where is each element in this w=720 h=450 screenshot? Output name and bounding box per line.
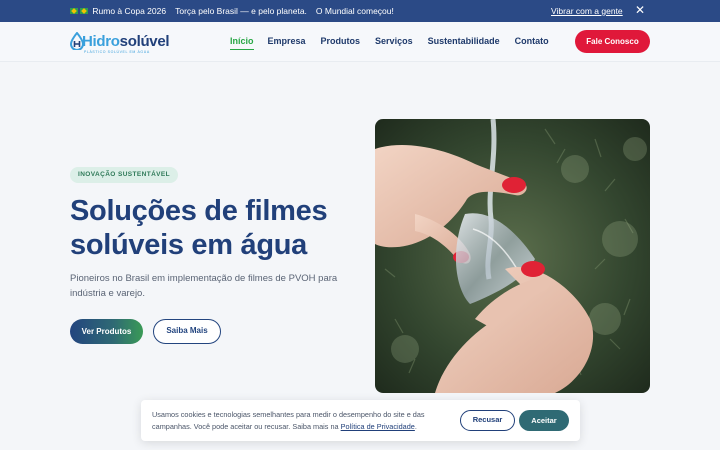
hero-title: Soluções de filmes solúveis em água	[70, 195, 328, 261]
promo-item-3: O Mundial começou!	[315, 6, 394, 16]
promo-bar: Rumo à Copa 2026 Torça pelo Brasil — e p…	[0, 0, 720, 22]
hands-dissolving-film-photo	[375, 119, 650, 393]
nav-item-inicio[interactable]: Início	[230, 36, 254, 50]
view-products-button[interactable]: Ver Produtos	[70, 319, 143, 344]
reject-cookies-button[interactable]: Recusar	[460, 410, 515, 431]
nav-item-empresa[interactable]: Empresa	[268, 36, 306, 50]
promo-link[interactable]: Vibrar com a gente	[551, 6, 623, 16]
main-nav: Início Empresa Produtos Serviços Sustent…	[230, 36, 549, 50]
logo-wordmark: Hidrosolúvel	[82, 33, 170, 50]
privacy-policy-link[interactable]: Política de Privacidade	[341, 422, 415, 431]
contact-button[interactable]: Fale Conosco	[575, 30, 650, 53]
logo-tagline: PLÁSTICO SOLÚVEL EM ÁGUA	[84, 50, 150, 54]
cookie-banner: Usamos cookies e tecnologias semelhantes…	[141, 400, 580, 441]
logo[interactable]: Hidrosolúvel PLÁSTICO SOLÚVEL EM ÁGUA	[70, 30, 170, 56]
learn-more-button[interactable]: Saiba Mais	[153, 319, 221, 344]
accept-cookies-button[interactable]: Aceitar	[519, 410, 569, 431]
promo-item-2: Torça pelo Brasil — e pelo planeta.	[175, 6, 307, 16]
nav-item-sustentabilidade[interactable]: Sustentabilidade	[428, 36, 500, 50]
promo-messages: Rumo à Copa 2026 Torça pelo Brasil — e p…	[70, 6, 394, 16]
nav-item-contato[interactable]: Contato	[515, 36, 549, 50]
promo-item-1: Rumo à Copa 2026	[70, 6, 166, 16]
nav-item-servicos[interactable]: Serviços	[375, 36, 413, 50]
close-icon[interactable]: ✕	[634, 3, 646, 17]
site-header: Hidrosolúvel PLÁSTICO SOLÚVEL EM ÁGUA In…	[0, 22, 720, 62]
brazil-flag-icon	[70, 8, 78, 14]
cookie-message: Usamos cookies e tecnologias semelhantes…	[152, 410, 425, 431]
hero-image	[375, 119, 650, 393]
nav-item-produtos[interactable]: Produtos	[321, 36, 361, 50]
hero-badge: INOVAÇÃO SUSTENTÁVEL	[70, 167, 179, 183]
brazil-flag-icon	[80, 8, 88, 14]
hero-subtitle: Pioneiros no Brasil em implementação de …	[70, 273, 338, 299]
